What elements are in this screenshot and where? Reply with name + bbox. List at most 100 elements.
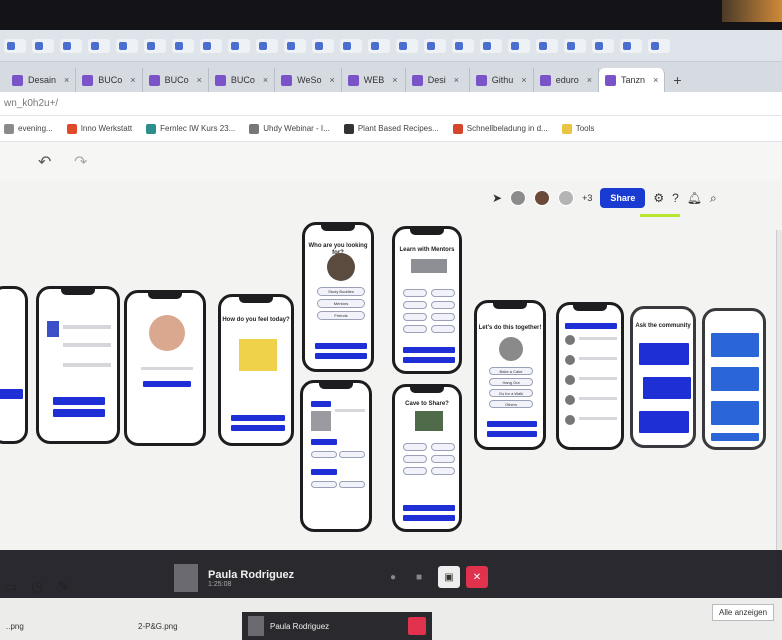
close-tab-icon[interactable]: ×: [197, 75, 202, 85]
bookmark-item[interactable]: Tools: [561, 123, 594, 134]
mini-tab[interactable]: [480, 38, 502, 53]
bookmark-item[interactable]: evening...: [4, 123, 53, 134]
close-tab-icon[interactable]: ×: [64, 75, 69, 85]
settings-icon[interactable]: ⚙: [653, 191, 664, 205]
mini-tab[interactable]: [60, 38, 82, 53]
close-tab-icon[interactable]: ×: [454, 75, 459, 85]
close-tab-icon[interactable]: ×: [653, 75, 658, 85]
caller-name: Paula Rodriguez: [270, 621, 330, 631]
screen-share-button[interactable]: ▣: [438, 566, 460, 588]
timer-icon[interactable]: ◷: [31, 578, 43, 595]
mini-tab-favicon-icon: [343, 41, 351, 50]
close-tab-icon[interactable]: ×: [263, 75, 268, 85]
close-tab-icon[interactable]: ×: [521, 75, 526, 85]
browser-tab[interactable]: BUCo ×: [143, 68, 209, 92]
help-icon[interactable]: ?: [672, 191, 679, 205]
browser-tab[interactable]: WeSo ×: [275, 68, 342, 92]
mini-tab[interactable]: [116, 38, 138, 53]
mini-tab[interactable]: [648, 38, 670, 53]
phone-screen-8[interactable]: Cave to Share?: [392, 384, 462, 532]
show-all-downloads-button[interactable]: Alle anzeigen: [712, 604, 775, 621]
avatar[interactable]: [534, 190, 551, 206]
avatar[interactable]: [558, 190, 575, 206]
browser-tab[interactable]: Desi ×: [406, 68, 470, 92]
bookmark-item[interactable]: Inno Werkstatt: [66, 123, 132, 134]
mini-tab[interactable]: [368, 38, 390, 53]
mini-tab[interactable]: [32, 38, 54, 53]
share-button[interactable]: Share: [600, 188, 646, 208]
address-text[interactable]: wn_k0h2u+/: [4, 98, 58, 109]
phone-screen-7[interactable]: [300, 380, 372, 532]
mini-tab[interactable]: [256, 38, 278, 53]
browser-tab[interactable]: BUCo ×: [76, 68, 143, 92]
close-tab-icon[interactable]: ×: [392, 75, 397, 85]
phone-screen-9[interactable]: Let's do this together! Bake a Cake Hang…: [474, 300, 546, 450]
phone-screen-12[interactable]: [702, 308, 766, 450]
tab-label: BUCo: [164, 75, 189, 85]
mini-tab[interactable]: [312, 38, 334, 53]
mic-icon[interactable]: ●: [382, 566, 404, 588]
bookmark-item[interactable]: Plant Based Recipes...: [343, 123, 439, 134]
mini-tab[interactable]: [620, 38, 642, 53]
option-chip: Others: [489, 400, 533, 408]
phone-screen-10[interactable]: [556, 302, 624, 450]
phone-screen-4[interactable]: How do you feel today?: [218, 294, 294, 446]
search-icon[interactable]: ⌕: [710, 191, 717, 206]
phone-screen-6[interactable]: Learn with Mentors: [392, 226, 462, 374]
phone-screen-3[interactable]: [124, 290, 206, 446]
download-item[interactable]: ..png: [6, 622, 24, 631]
bookmark-favicon-icon: [249, 123, 260, 134]
mini-tab[interactable]: [424, 38, 446, 53]
mini-tab[interactable]: [228, 38, 250, 53]
mini-tab[interactable]: [284, 38, 306, 53]
close-tab-icon[interactable]: ×: [329, 75, 334, 85]
mini-tab[interactable]: [396, 38, 418, 53]
redo-icon[interactable]: ↷: [74, 152, 87, 172]
undo-icon[interactable]: ↶: [38, 152, 51, 172]
mini-tab[interactable]: [144, 38, 166, 53]
bookmark-tab-strip: [0, 30, 782, 62]
address-bar[interactable]: wn_k0h2u+/: [0, 92, 782, 116]
bookmark-item[interactable]: Uhdy Webinar - I...: [249, 123, 330, 134]
mini-tab[interactable]: [172, 38, 194, 53]
leave-call-button[interactable]: ✕: [466, 566, 488, 588]
new-tab-button[interactable]: +: [665, 72, 689, 92]
screen-button: [403, 347, 455, 353]
camera-icon[interactable]: ▭: [4, 578, 17, 595]
mini-tab[interactable]: [592, 38, 614, 53]
video-icon[interactable]: ■: [408, 566, 430, 588]
phone-screen-1[interactable]: [0, 286, 28, 444]
mini-tab[interactable]: [536, 38, 558, 53]
present-icon[interactable]: ➤: [492, 191, 502, 205]
close-tab-icon[interactable]: ×: [587, 75, 592, 85]
phone-screen-11[interactable]: Ask the community: [630, 306, 696, 448]
phone-screen-2[interactable]: [36, 286, 120, 444]
mini-tab[interactable]: [4, 38, 26, 53]
mini-tab[interactable]: [508, 38, 530, 53]
bell-icon[interactable]: 🔔︎: [687, 191, 702, 205]
hands-image: [149, 315, 185, 351]
bookmark-item[interactable]: Fernlec IW Kurs 23...: [146, 123, 235, 134]
mini-tab-favicon-icon: [371, 41, 379, 50]
browser-tab[interactable]: Tanzn ×: [599, 68, 666, 92]
close-tab-icon[interactable]: ×: [130, 75, 135, 85]
browser-tab[interactable]: BUCo ×: [209, 68, 276, 92]
pen-icon[interactable]: ✎: [57, 578, 69, 595]
mini-tab-favicon-icon: [119, 41, 127, 50]
phone-notch: [319, 383, 353, 389]
screen-title: Ask the community: [635, 323, 691, 329]
download-item[interactable]: 2-P&G.png: [138, 622, 178, 631]
bookmark-item[interactable]: Schnellbeladung in d...: [452, 123, 548, 134]
mini-tab[interactable]: [452, 38, 474, 53]
browser-tab[interactable]: WEB ×: [342, 68, 406, 92]
leave-call-button[interactable]: [408, 617, 426, 635]
browser-tab[interactable]: eduro ×: [534, 68, 600, 92]
phone-screen-5[interactable]: Who are you looking for? Study Buddies M…: [302, 222, 374, 372]
mini-tab[interactable]: [88, 38, 110, 53]
mini-tab[interactable]: [564, 38, 586, 53]
mini-tab[interactable]: [340, 38, 362, 53]
mini-tab[interactable]: [200, 38, 222, 53]
avatar[interactable]: [510, 190, 527, 206]
browser-tab[interactable]: Desain ×: [6, 68, 77, 92]
browser-tab[interactable]: Githu ×: [470, 68, 534, 92]
